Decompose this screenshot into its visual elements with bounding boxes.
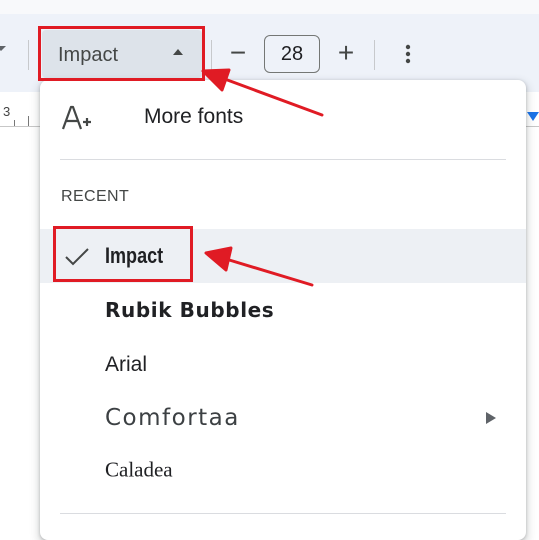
more-fonts-item[interactable]: More fonts (40, 90, 526, 144)
toolbar-divider (211, 40, 212, 70)
font-item-arial[interactable]: Arial (40, 338, 526, 392)
toolbar: Impact − + (0, 0, 539, 92)
font-add-icon (61, 105, 91, 130)
toolbar-divider (28, 40, 29, 70)
font-item-label: Impact (105, 243, 164, 268)
ruler-tick (28, 116, 29, 126)
ruler-tick (14, 120, 15, 126)
more-vertical-icon[interactable] (396, 42, 420, 66)
font-picker-label: Impact (58, 44, 119, 66)
indent-marker-icon[interactable] (527, 112, 539, 121)
caret-up-icon (173, 49, 183, 55)
font-item-label: Arial (105, 353, 148, 376)
recent-section-label: RECENT (61, 188, 130, 205)
more-fonts-label: More fonts (144, 105, 244, 128)
font-item-rubik-bubbles[interactable]: Rubik Bubbles (40, 283, 526, 337)
chevron-down-icon[interactable] (0, 46, 6, 51)
font-picker-button[interactable]: Impact (42, 30, 202, 78)
font-size-input[interactable] (264, 35, 320, 73)
decrease-font-size-button[interactable]: − (224, 36, 252, 72)
submenu-arrow-icon (486, 412, 496, 424)
font-item-impact[interactable]: Impact (40, 229, 526, 283)
menu-bar-strip (0, 0, 539, 14)
font-item-label: Rubik Bubbles (105, 298, 275, 322)
menu-divider (60, 513, 506, 514)
font-item-label: Comfortaa (105, 405, 240, 431)
font-menu: More fonts RECENT Impact Rubik Bubbles A… (40, 80, 526, 540)
toolbar-divider (374, 40, 375, 70)
font-item-caladea[interactable]: Caladea (40, 443, 526, 497)
font-item-comfortaa[interactable]: Comfortaa (40, 391, 526, 445)
increase-font-size-button[interactable]: + (332, 36, 360, 72)
menu-divider (60, 159, 506, 160)
check-icon (65, 248, 89, 266)
font-item-label: Caladea (105, 457, 173, 482)
ruler-number: 3 (3, 104, 11, 119)
